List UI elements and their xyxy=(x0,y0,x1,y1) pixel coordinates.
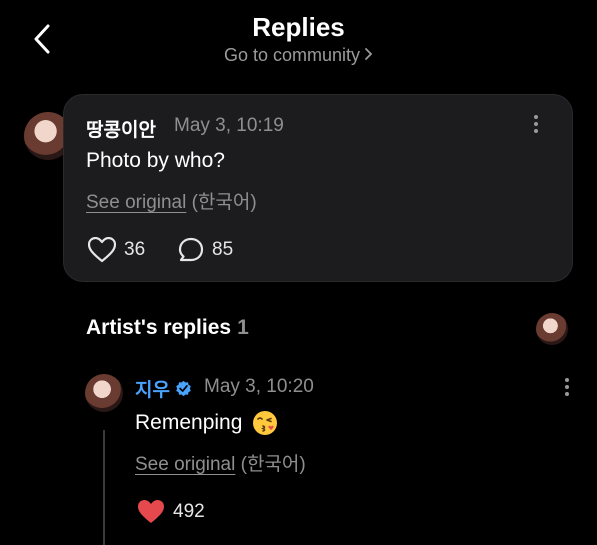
reply-author-avatar[interactable] xyxy=(85,374,123,412)
post-comment-count: 85 xyxy=(212,239,234,260)
post-original-language: (한국어) xyxy=(191,192,257,213)
reply-like-button[interactable]: 492 xyxy=(137,499,205,525)
reply-more-options[interactable] xyxy=(557,375,577,401)
reply-see-original-link[interactable]: See original xyxy=(135,454,235,475)
post-like-button[interactable]: 36 xyxy=(88,237,145,263)
comment-bubble-icon xyxy=(178,237,204,262)
verified-badge-icon xyxy=(176,380,191,397)
go-to-community-label: Go to community xyxy=(223,45,361,65)
chevron-right-icon xyxy=(364,45,373,66)
post-text: Photo by who? xyxy=(86,149,225,172)
post-see-original: See original (한국어) xyxy=(86,187,257,214)
artist-replies-count: 1 xyxy=(237,316,249,339)
post-timestamp: May 3, 10:19 xyxy=(174,115,284,136)
reply-original-language: (한국어) xyxy=(240,454,306,475)
post-like-count: 36 xyxy=(124,239,146,260)
kissing-face-icon xyxy=(253,411,278,435)
heart-filled-icon xyxy=(138,500,164,523)
artist-replies-label: Artist's replies xyxy=(86,316,232,339)
post-more-options[interactable] xyxy=(526,112,546,138)
post-comment-button[interactable]: 85 xyxy=(178,237,233,263)
reply-text: Remenping xyxy=(135,411,243,434)
reply-see-original: See original (한국어) xyxy=(135,449,306,476)
reply-timestamp: May 3, 10:20 xyxy=(204,376,314,397)
reply-author[interactable]: 지우 xyxy=(135,375,192,402)
go-to-community-link[interactable]: Go to community xyxy=(0,45,597,66)
heart-outline-icon xyxy=(88,237,116,263)
artist-avatar-small[interactable] xyxy=(536,313,568,345)
post-see-original-link[interactable]: See original xyxy=(86,192,186,213)
reply-author-name: 지우 xyxy=(135,380,170,401)
thread-line xyxy=(103,430,105,545)
artist-replies-heading: Artist's replies 1 xyxy=(86,316,249,340)
post-author-name[interactable]: 땅콩이안 xyxy=(86,115,156,142)
header: Replies Go to community xyxy=(0,0,597,80)
page-title: Replies xyxy=(252,12,345,42)
reply-like-count: 492 xyxy=(173,501,205,522)
original-post-card: 땅콩이안 May 3, 10:19 Photo by who? See orig… xyxy=(63,94,573,282)
reply-text-row: Remenping xyxy=(135,410,278,436)
